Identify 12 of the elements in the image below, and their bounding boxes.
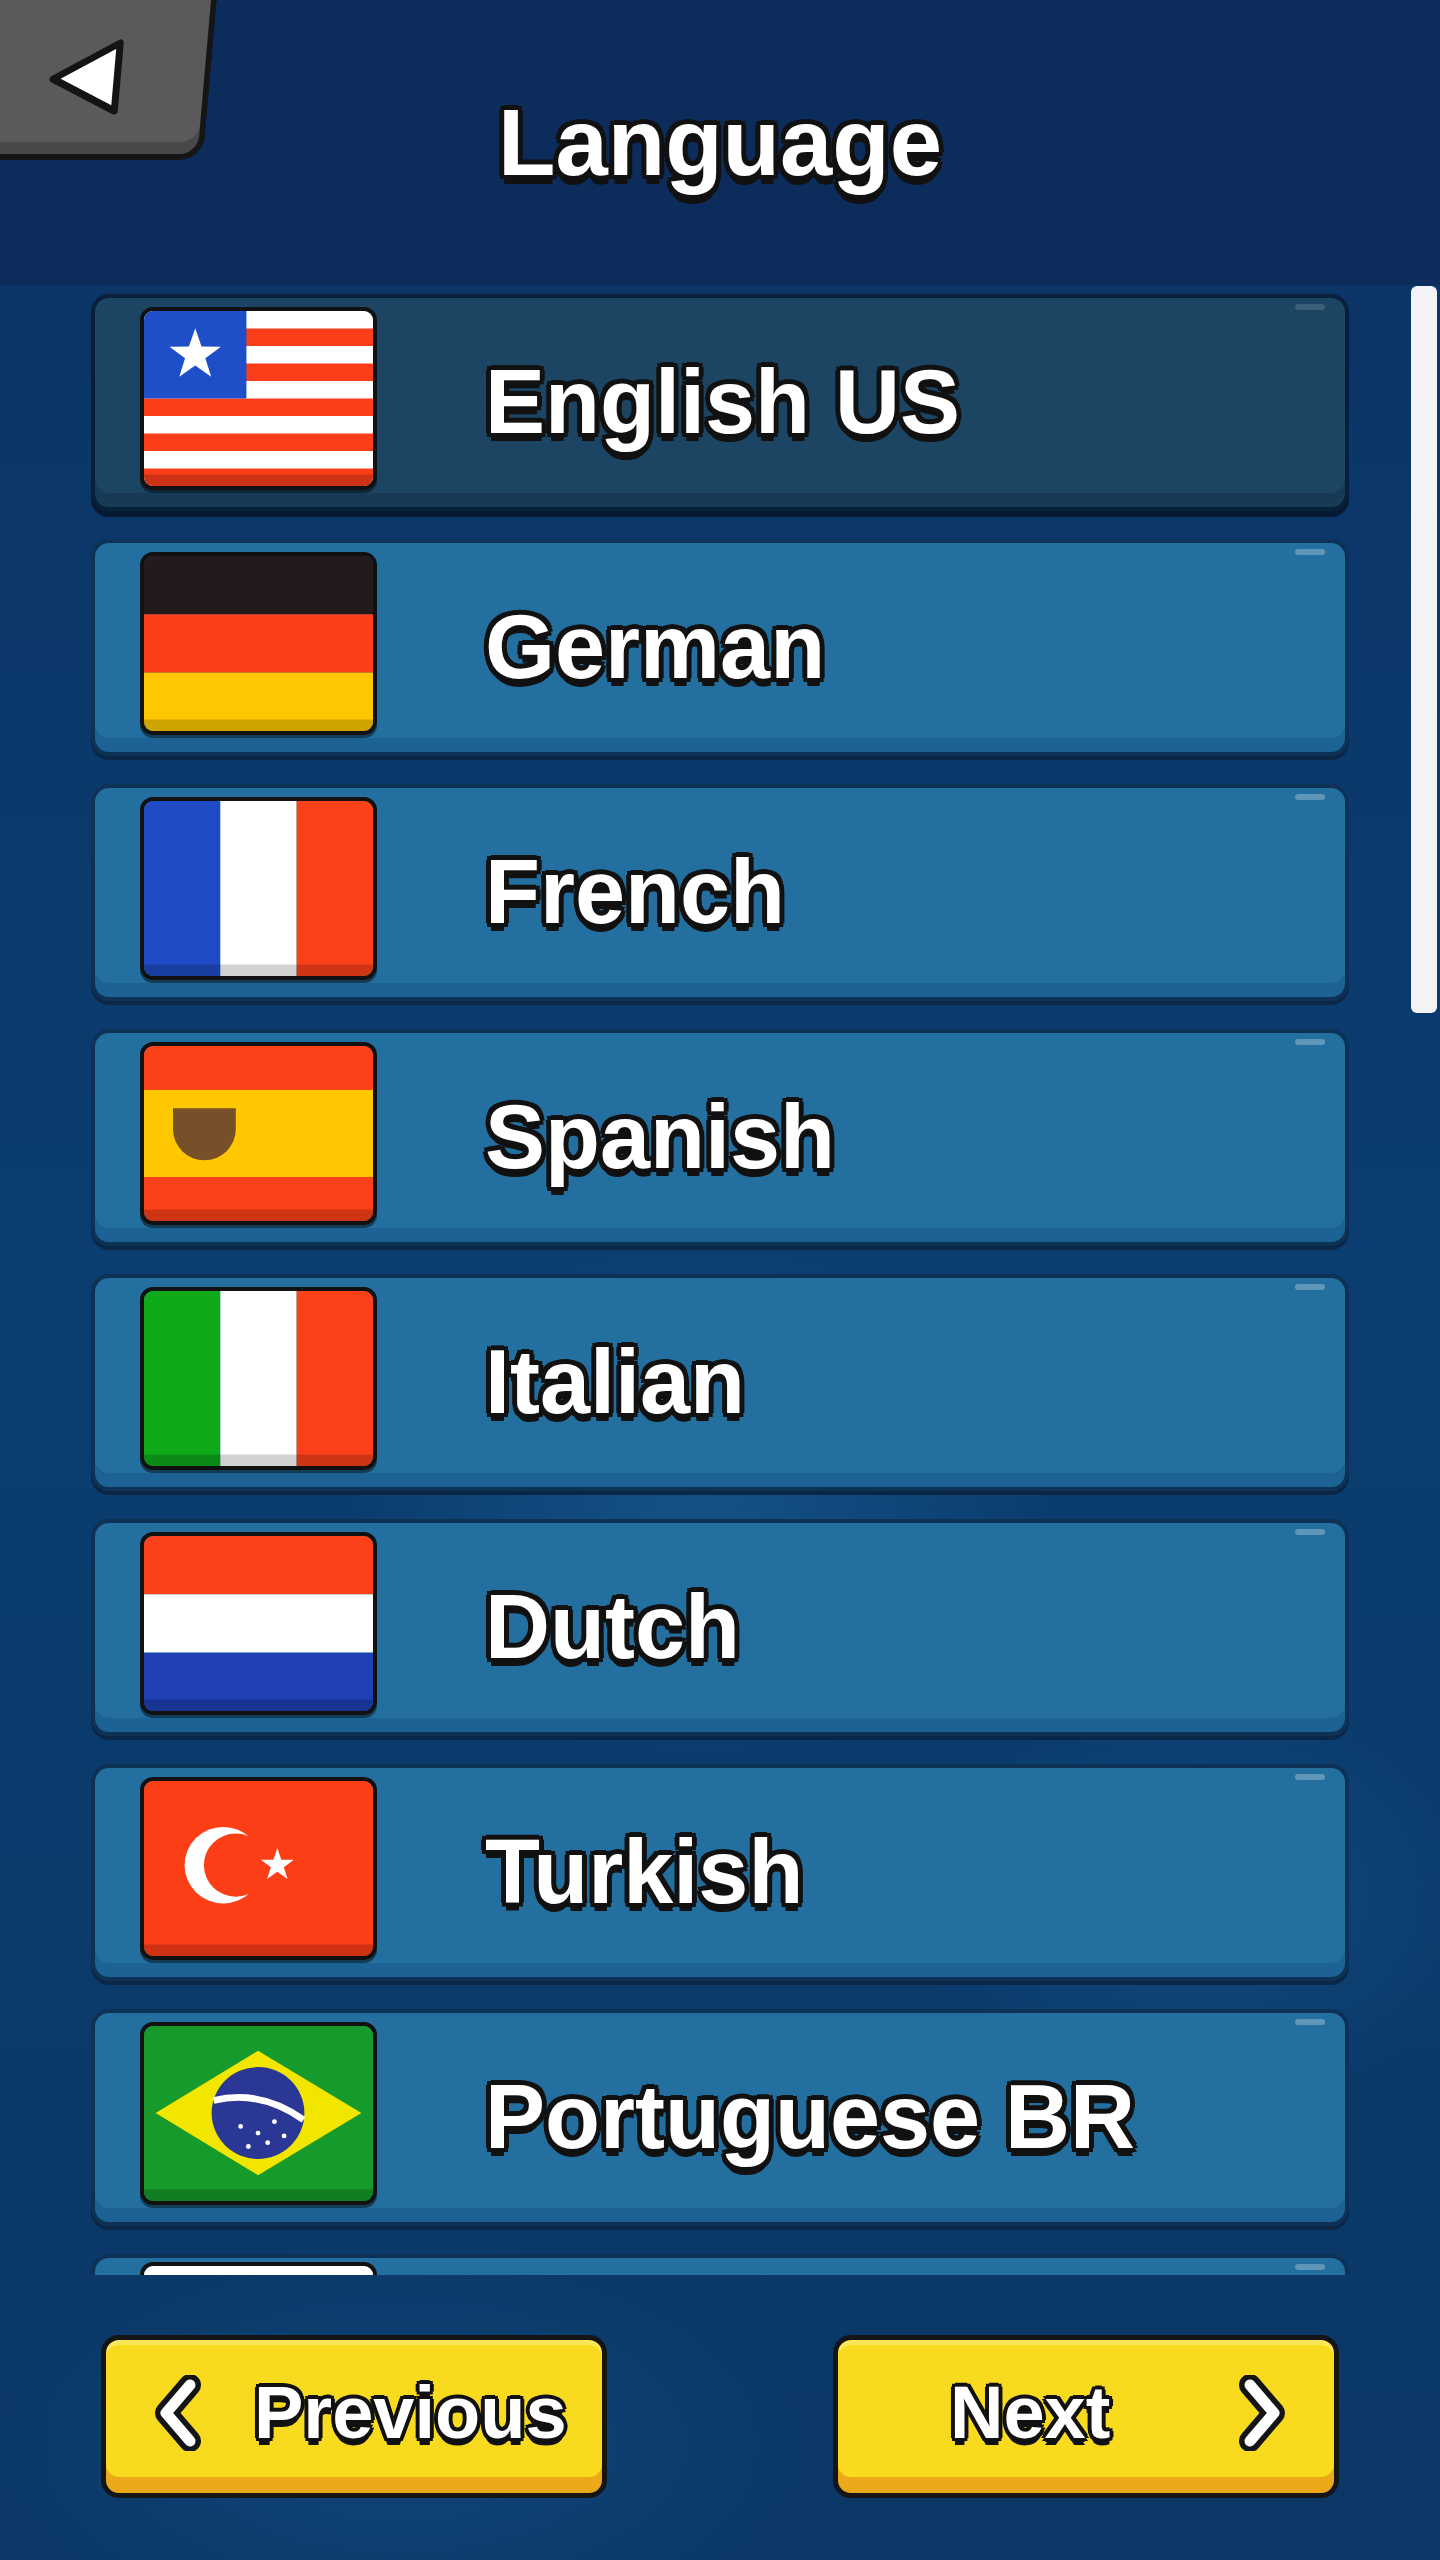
back-button[interactable] <box>0 0 217 160</box>
scrollbar-thumb[interactable] <box>1411 286 1437 1013</box>
flag-icon <box>140 1532 377 1715</box>
flag-icon <box>140 797 377 980</box>
language-option[interactable] <box>91 2254 1349 2275</box>
flag-icon <box>140 2022 377 2205</box>
page-title: Language <box>498 90 942 195</box>
flag-icon <box>140 307 377 490</box>
flag-icon <box>140 1042 377 1225</box>
flag-icon <box>140 1777 377 1960</box>
flag-icon <box>140 1287 377 1470</box>
flag-icon <box>140 552 377 735</box>
